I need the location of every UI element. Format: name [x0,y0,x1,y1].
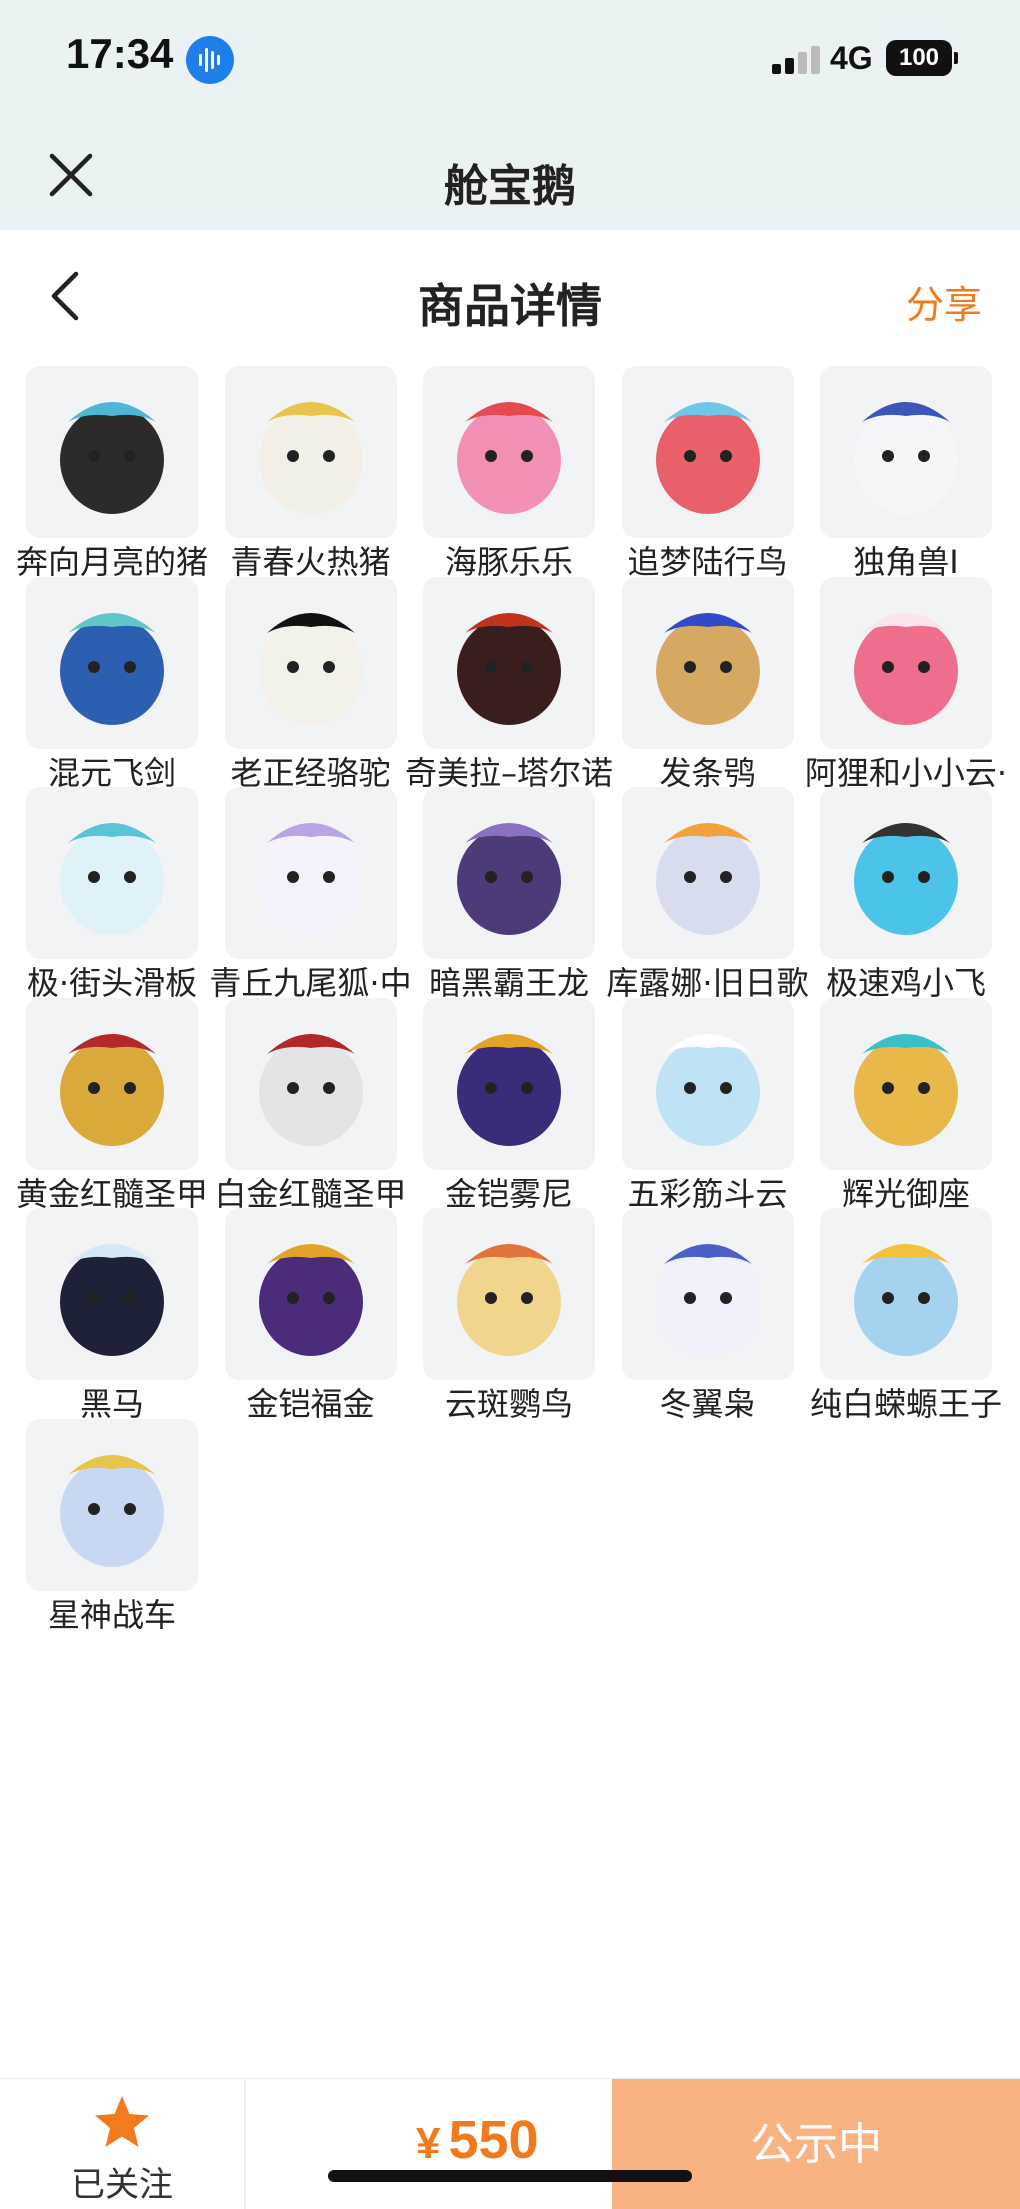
page-header: 商品详情 分享 [0,230,1020,362]
item-thumbnail [224,366,397,538]
bottom-bar: 已关注 ¥550 公示中 [0,2078,1020,2209]
item-name: 金铠福金 [246,1385,375,1423]
item-thumbnail [820,997,992,1170]
cloud-icon [655,1033,760,1146]
item-thumbnail [224,997,397,1170]
item-thumbnail [26,576,198,749]
parrot-icon [457,1244,561,1356]
item-thumbnail [423,1208,595,1380]
item-thumbnail [423,366,595,538]
item-thumbnail [26,1418,198,1591]
item-thumbnail [820,366,992,538]
item-thumbnail [224,1208,397,1380]
armored-dragon-icon [258,1244,363,1356]
follow-button[interactable]: 已关注 [0,2079,244,2209]
item-thumbnail [820,576,992,749]
beetle-white-icon [258,1033,363,1146]
status-bar: 17:34 4G 100 [0,0,1020,120]
currency-symbol: ¥ [416,2119,441,2168]
fox-icon [854,612,958,725]
signal-icon [772,46,820,74]
follow-label: 已关注 [71,2165,173,2205]
nine-tail-fox-icon [258,823,363,935]
app-header: 舱宝鹅 [0,120,1020,230]
item-name: 云斑鹦鸟 [444,1385,573,1423]
page-title: 商品详情 [418,279,602,333]
horse-icon [60,1244,164,1356]
item-thumbnail [26,1208,198,1380]
price: ¥550 [416,2109,539,2171]
chick-icon [854,823,958,935]
share-button[interactable]: 分享 [906,274,982,329]
item-thumbnail [224,787,397,959]
battery-icon: 100 [886,40,952,76]
item-name: 星神战车 [47,1595,176,1634]
network-type: 4G [830,40,873,76]
sword-icon [60,612,164,725]
status-time: 17:34 [66,30,174,77]
winter-owl-icon [655,1244,760,1356]
dinosaur-icon [457,823,561,935]
pegasus-icon [60,1454,164,1567]
publicity-status-button[interactable]: 公示中 [612,2079,1020,2209]
voice-icon [186,36,234,84]
app-title: 舱宝鹅 [444,161,576,212]
camel-icon [258,612,363,725]
chimera-icon [457,612,561,725]
dolphin-icon [457,402,561,514]
skateboard-icon [60,823,164,935]
item-thumbnail [423,787,595,959]
throne-icon [854,1033,958,1146]
unicorn-icon [854,402,958,514]
armored-beast-icon [457,1033,561,1146]
item-thumbnail [621,997,794,1170]
item-name: 冬翼枭 [659,1385,756,1423]
owl-icon [655,612,760,725]
item-thumbnail [621,787,794,959]
bird-icon [655,402,760,514]
item-thumbnail [621,366,794,538]
item-thumbnail [423,997,595,1170]
item-thumbnail [621,576,794,749]
item-name: 纯白蝾螈王子 [809,1385,1002,1423]
item-thumbnail [820,787,992,959]
axolotl-icon [854,1244,958,1356]
singer-icon [655,823,760,935]
item-thumbnail [621,1208,794,1380]
pig-icon [258,402,363,514]
item-thumbnail [820,1208,992,1380]
price-value: 550 [448,2110,539,2170]
item-thumbnail [224,576,397,749]
item-thumbnail [26,366,198,538]
star-icon [92,2093,152,2151]
item-thumbnail [26,997,198,1170]
battery-tip [954,52,958,64]
item-thumbnail [423,576,595,749]
pig-monster-icon [60,402,164,514]
bar-divider [244,2079,246,2209]
home-indicator [328,2170,692,2182]
item-thumbnail [26,787,198,959]
beetle-gold-icon [60,1033,164,1146]
